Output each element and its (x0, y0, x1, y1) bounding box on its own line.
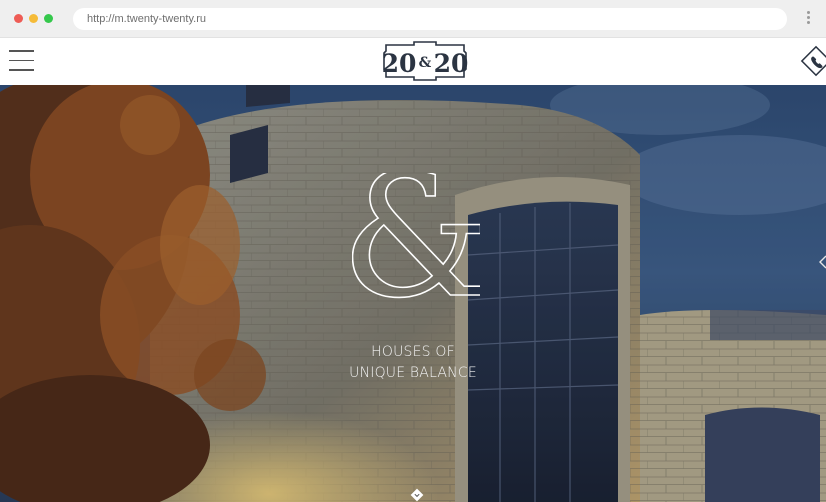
tagline-line-1: HOUSES OF (371, 344, 455, 360)
svg-text:20: 20 (382, 49, 417, 78)
svg-text:20: 20 (434, 49, 469, 78)
svg-text:&: & (352, 173, 480, 336)
browser-menu-icon[interactable] (806, 11, 810, 27)
hero-banner: & HOUSES OF UNIQUE BALANCE (0, 85, 826, 502)
address-bar[interactable]: http://m.twenty-twenty.ru (73, 8, 787, 30)
chevron-left-icon[interactable] (818, 255, 826, 269)
maximize-window-dot[interactable] (44, 14, 53, 23)
browser-chrome: http://m.twenty-twenty.ru (0, 0, 826, 38)
chevron-down-icon[interactable] (410, 488, 424, 502)
hamburger-icon[interactable] (9, 50, 34, 72)
hero-tagline: HOUSES OF UNIQUE BALANCE (313, 342, 513, 384)
minimize-window-dot[interactable] (29, 14, 38, 23)
site-header: 20 & 20 (0, 38, 826, 86)
svg-text:&: & (419, 55, 432, 71)
site-logo[interactable]: 20 & 20 (380, 41, 470, 81)
tagline-line-2: UNIQUE BALANCE (349, 365, 477, 381)
close-window-dot[interactable] (14, 14, 23, 23)
phone-icon[interactable] (800, 45, 826, 77)
